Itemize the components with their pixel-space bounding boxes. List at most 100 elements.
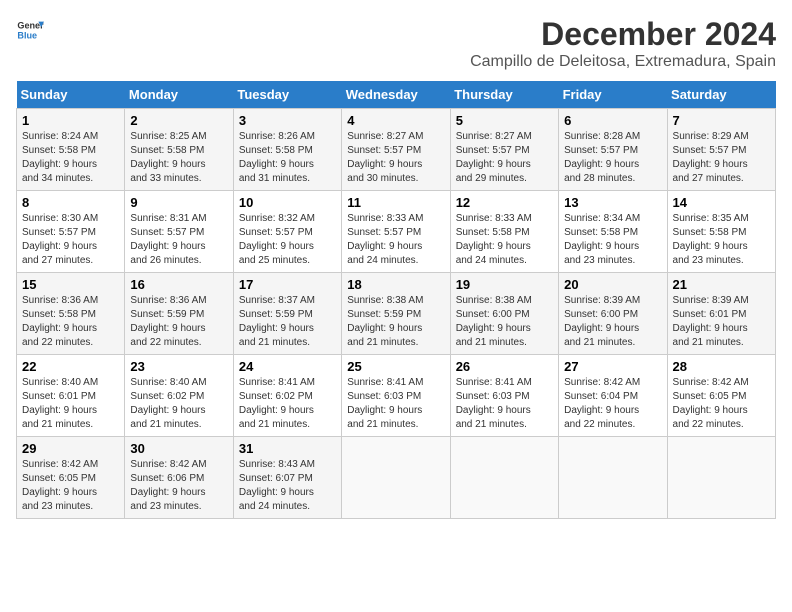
day-number: 2 (130, 113, 227, 128)
day-info: Sunrise: 8:42 AM Sunset: 6:05 PM Dayligh… (22, 458, 119, 514)
location-subtitle: Campillo de Deleitosa, Extremadura, Spai… (470, 53, 776, 71)
calendar-cell: 7 Sunrise: 8:29 AM Sunset: 5:57 PM Daylig… (667, 109, 775, 191)
calendar-cell: 10 Sunrise: 8:32 AM Sunset: 5:57 PM Dayli… (233, 191, 341, 273)
calendar-cell: 2 Sunrise: 8:25 AM Sunset: 5:58 PM Daylig… (125, 109, 233, 191)
calendar-cell: 14 Sunrise: 8:35 AM Sunset: 5:58 PM Dayli… (667, 191, 775, 273)
calendar-cell: 18Sunrise: 8:38 AM Sunset: 5:59 PM Dayli… (342, 273, 450, 355)
day-info: Sunrise: 8:36 AM Sunset: 5:59 PM Dayligh… (130, 294, 227, 350)
calendar-week-3: 15 Sunrise: 8:36 AM Sunset: 5:58 PM Dayli… (17, 273, 776, 355)
calendar-week-2: 8 Sunrise: 8:30 AM Sunset: 5:57 PM Daylig… (17, 191, 776, 273)
calendar-cell: 19Sunrise: 8:38 AM Sunset: 6:00 PM Dayli… (450, 273, 558, 355)
day-info: Sunrise: 8:40 AM Sunset: 6:02 PM Dayligh… (130, 376, 227, 432)
day-number: 28 (673, 359, 770, 374)
day-info: Sunrise: 8:37 AM Sunset: 5:59 PM Dayligh… (239, 294, 336, 350)
day-info: Sunrise: 8:27 AM Sunset: 5:57 PM Dayligh… (456, 130, 553, 186)
calendar-cell (342, 437, 450, 519)
day-info: Sunrise: 8:31 AM Sunset: 5:57 PM Dayligh… (130, 212, 227, 268)
day-number: 17 (239, 277, 336, 292)
day-info: Sunrise: 8:41 AM Sunset: 6:02 PM Dayligh… (239, 376, 336, 432)
calendar-cell (667, 437, 775, 519)
day-info: Sunrise: 8:41 AM Sunset: 6:03 PM Dayligh… (456, 376, 553, 432)
calendar-cell: 30 Sunrise: 8:42 AM Sunset: 6:06 PM Dayli… (125, 437, 233, 519)
day-info: Sunrise: 8:26 AM Sunset: 5:58 PM Dayligh… (239, 130, 336, 186)
day-number: 21 (673, 277, 770, 292)
calendar-cell: 26 Sunrise: 8:41 AM Sunset: 6:03 PM Dayli… (450, 355, 558, 437)
day-info: Sunrise: 8:30 AM Sunset: 5:57 PM Dayligh… (22, 212, 119, 268)
day-number: 8 (22, 195, 119, 210)
day-info: Sunrise: 8:39 AM Sunset: 6:01 PM Dayligh… (673, 294, 770, 350)
day-number: 29 (22, 441, 119, 456)
day-number: 20 (564, 277, 661, 292)
calendar-cell: 3 Sunrise: 8:26 AM Sunset: 5:58 PM Daylig… (233, 109, 341, 191)
day-number: 7 (673, 113, 770, 128)
day-number: 1 (22, 113, 119, 128)
calendar-cell: 1 Sunrise: 8:24 AM Sunset: 5:58 PM Daylig… (17, 109, 125, 191)
header-row: SundayMondayTuesdayWednesdayThursdayFrid… (17, 81, 776, 109)
calendar-cell (450, 437, 558, 519)
calendar-cell: 22 Sunrise: 8:40 AM Sunset: 6:01 PM Dayli… (17, 355, 125, 437)
day-info: Sunrise: 8:39 AM Sunset: 6:00 PM Dayligh… (564, 294, 661, 350)
calendar-cell: 12Sunrise: 8:33 AM Sunset: 5:58 PM Dayli… (450, 191, 558, 273)
day-info: Sunrise: 8:29 AM Sunset: 5:57 PM Dayligh… (673, 130, 770, 186)
calendar-cell: 24Sunrise: 8:41 AM Sunset: 6:02 PM Dayli… (233, 355, 341, 437)
calendar-cell (559, 437, 667, 519)
logo: General Blue (16, 16, 44, 44)
col-header-monday: Monday (125, 81, 233, 109)
day-number: 25 (347, 359, 444, 374)
day-number: 4 (347, 113, 444, 128)
day-number: 6 (564, 113, 661, 128)
day-info: Sunrise: 8:42 AM Sunset: 6:05 PM Dayligh… (673, 376, 770, 432)
day-number: 12 (456, 195, 553, 210)
calendar-cell: 29 Sunrise: 8:42 AM Sunset: 6:05 PM Dayli… (17, 437, 125, 519)
calendar-week-4: 22 Sunrise: 8:40 AM Sunset: 6:01 PM Dayli… (17, 355, 776, 437)
calendar-table: SundayMondayTuesdayWednesdayThursdayFrid… (16, 81, 776, 519)
day-number: 13 (564, 195, 661, 210)
day-number: 26 (456, 359, 553, 374)
calendar-cell: 13 Sunrise: 8:34 AM Sunset: 5:58 PM Dayli… (559, 191, 667, 273)
day-number: 5 (456, 113, 553, 128)
col-header-saturday: Saturday (667, 81, 775, 109)
calendar-cell: 16Sunrise: 8:36 AM Sunset: 5:59 PM Dayli… (125, 273, 233, 355)
day-number: 18 (347, 277, 444, 292)
calendar-cell: 21 Sunrise: 8:39 AM Sunset: 6:01 PM Dayli… (667, 273, 775, 355)
day-number: 22 (22, 359, 119, 374)
day-number: 15 (22, 277, 119, 292)
col-header-sunday: Sunday (17, 81, 125, 109)
day-info: Sunrise: 8:42 AM Sunset: 6:06 PM Dayligh… (130, 458, 227, 514)
day-info: Sunrise: 8:42 AM Sunset: 6:04 PM Dayligh… (564, 376, 661, 432)
calendar-cell: 9 Sunrise: 8:31 AM Sunset: 5:57 PM Daylig… (125, 191, 233, 273)
day-number: 19 (456, 277, 553, 292)
day-info: Sunrise: 8:32 AM Sunset: 5:57 PM Dayligh… (239, 212, 336, 268)
day-info: Sunrise: 8:25 AM Sunset: 5:58 PM Dayligh… (130, 130, 227, 186)
day-info: Sunrise: 8:34 AM Sunset: 5:58 PM Dayligh… (564, 212, 661, 268)
day-number: 30 (130, 441, 227, 456)
day-number: 31 (239, 441, 336, 456)
calendar-cell: 28 Sunrise: 8:42 AM Sunset: 6:05 PM Dayli… (667, 355, 775, 437)
day-info: Sunrise: 8:36 AM Sunset: 5:58 PM Dayligh… (22, 294, 119, 350)
col-header-wednesday: Wednesday (342, 81, 450, 109)
calendar-cell: 23 Sunrise: 8:40 AM Sunset: 6:02 PM Dayli… (125, 355, 233, 437)
day-info: Sunrise: 8:33 AM Sunset: 5:57 PM Dayligh… (347, 212, 444, 268)
day-number: 27 (564, 359, 661, 374)
day-info: Sunrise: 8:35 AM Sunset: 5:58 PM Dayligh… (673, 212, 770, 268)
logo-icon: General Blue (16, 16, 44, 44)
col-header-tuesday: Tuesday (233, 81, 341, 109)
calendar-cell: 17 Sunrise: 8:37 AM Sunset: 5:59 PM Dayli… (233, 273, 341, 355)
day-info: Sunrise: 8:40 AM Sunset: 6:01 PM Dayligh… (22, 376, 119, 432)
day-number: 3 (239, 113, 336, 128)
day-number: 10 (239, 195, 336, 210)
day-info: Sunrise: 8:28 AM Sunset: 5:57 PM Dayligh… (564, 130, 661, 186)
calendar-cell: 31 Sunrise: 8:43 AM Sunset: 6:07 PM Dayli… (233, 437, 341, 519)
col-header-friday: Friday (559, 81, 667, 109)
day-info: Sunrise: 8:43 AM Sunset: 6:07 PM Dayligh… (239, 458, 336, 514)
day-number: 14 (673, 195, 770, 210)
day-number: 23 (130, 359, 227, 374)
calendar-cell: 6 Sunrise: 8:28 AM Sunset: 5:57 PM Daylig… (559, 109, 667, 191)
calendar-cell: 8 Sunrise: 8:30 AM Sunset: 5:57 PM Daylig… (17, 191, 125, 273)
col-header-thursday: Thursday (450, 81, 558, 109)
calendar-cell: 5 Sunrise: 8:27 AM Sunset: 5:57 PM Daylig… (450, 109, 558, 191)
day-number: 9 (130, 195, 227, 210)
day-info: Sunrise: 8:27 AM Sunset: 5:57 PM Dayligh… (347, 130, 444, 186)
calendar-cell: 25Sunrise: 8:41 AM Sunset: 6:03 PM Dayli… (342, 355, 450, 437)
day-info: Sunrise: 8:24 AM Sunset: 5:58 PM Dayligh… (22, 130, 119, 186)
